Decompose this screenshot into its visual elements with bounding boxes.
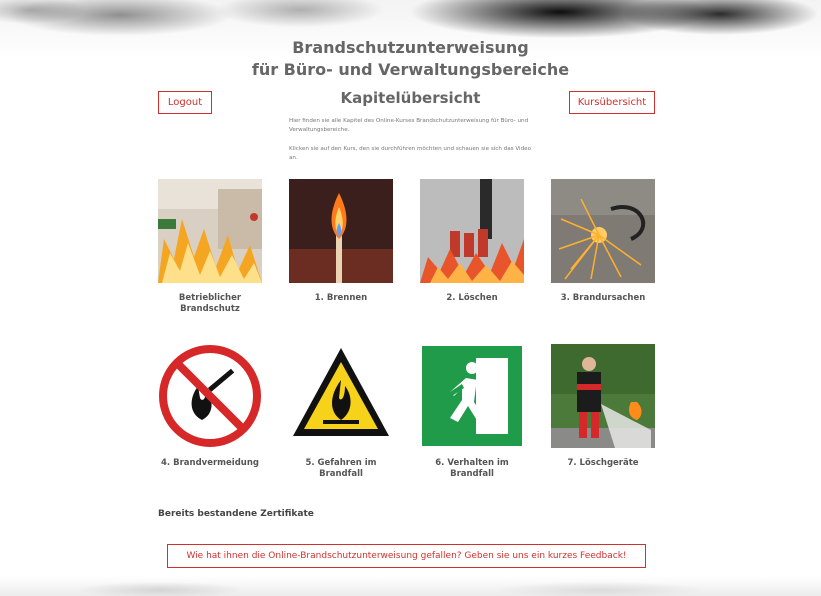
logout-button[interactable]: Logout bbox=[158, 91, 212, 114]
extinguisher-use-photo-icon[interactable] bbox=[551, 344, 655, 448]
no-open-flame-sign-icon[interactable] bbox=[158, 344, 262, 448]
chapter-label: 2. Löschen bbox=[446, 293, 498, 303]
intro-paragraph-1: Hier finden sie alle Kapitel des Online-… bbox=[289, 118, 529, 133]
chapter-label: 6. Verhalten im Brandfall bbox=[435, 458, 509, 479]
chapter-tile-brennen[interactable]: 1. Brennen bbox=[289, 179, 393, 304]
office-fire-photo-icon[interactable] bbox=[158, 179, 262, 283]
emergency-exit-sign-icon[interactable] bbox=[420, 344, 524, 448]
chapter-tile-loeschgeraete[interactable]: 7. Löschgeräte bbox=[551, 344, 655, 469]
chapter-label: 3. Brandursachen bbox=[560, 293, 646, 303]
fire-extinguishers-photo-icon[interactable] bbox=[420, 179, 524, 283]
chapter-tile-verhalten-im-brandfall[interactable]: 6. Verhalten im Brandfall bbox=[420, 344, 524, 480]
feedback-button[interactable]: Wie hat ihnen die Online-Brandschutzunte… bbox=[167, 544, 646, 568]
burning-match-photo-icon[interactable] bbox=[289, 179, 393, 283]
page-title-line2: für Büro- und Verwaltungsbereiche bbox=[251, 60, 570, 79]
chapter-overview-heading: Kapitelübersicht bbox=[340, 89, 481, 107]
page-title-line1: Brandschutzunterweisung bbox=[292, 38, 529, 57]
chapter-label: Betrieblicher Brandschutz bbox=[178, 293, 242, 314]
intro-paragraph-2: Klicken sie auf den Kurs, den sie durchf… bbox=[289, 146, 532, 161]
chapter-tile-brandvermeidung[interactable]: 4. Brandvermeidung bbox=[158, 344, 262, 469]
chapter-tile-loeschen[interactable]: 2. Löschen bbox=[420, 179, 524, 304]
chapter-label: 4. Brandvermeidung bbox=[161, 458, 259, 468]
smoke-banner-bottom bbox=[0, 576, 821, 596]
chapter-label: 1. Brennen bbox=[314, 293, 368, 303]
course-overview-button[interactable]: Kursübersicht bbox=[569, 91, 655, 114]
chapter-tile-brandursachen[interactable]: 3. Brandursachen bbox=[551, 179, 655, 304]
chapter-tile-gefahren-im-brandfall[interactable]: 5. Gefahren im Brandfall bbox=[289, 344, 393, 480]
chapter-label: 5. Gefahren im Brandfall bbox=[305, 458, 377, 479]
flammable-warning-sign-icon[interactable] bbox=[289, 344, 393, 448]
chapter-tile-betrieblicher-brandschutz[interactable]: Betrieblicher Brandschutz bbox=[158, 179, 262, 315]
chapter-label: 7. Löschgeräte bbox=[567, 458, 639, 468]
sparks-photo-icon[interactable] bbox=[551, 179, 655, 283]
certificates-heading: Bereits bestandene Zertifikate bbox=[158, 509, 314, 519]
